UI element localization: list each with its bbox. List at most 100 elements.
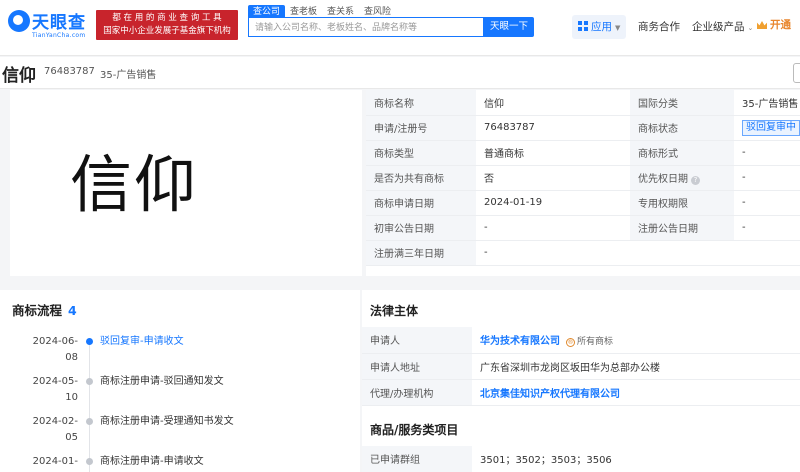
chevron-down-icon: ▼ [615, 24, 621, 32]
flow-dot [86, 458, 93, 465]
info-row: 初审公告日期 - 注册公告日期 - [366, 215, 800, 241]
info-key: 商标类型 [366, 140, 476, 166]
agent-link[interactable]: 北京集佳知识产权代理有限公司 [480, 389, 620, 400]
timeline-line [89, 342, 90, 472]
banner-line-2: 国家中小企业发展子基金旗下机构 [103, 26, 231, 36]
grid-icon [578, 21, 588, 31]
goods-key: 已申请群组 [362, 446, 472, 472]
logo-subtext: TianYanCha.com [32, 32, 86, 39]
nav-enterprise-label: 企业级产品 [692, 21, 745, 33]
subheader-action-button[interactable] [793, 63, 800, 83]
info-row: 是否为共有商标 否 优先权日期? - [366, 165, 800, 191]
flow-dot [86, 378, 93, 385]
info-value: - [734, 215, 800, 241]
legal-entity-card: 法律主体 申请人 华为技术有限公司 ® 所有商标 申请人地址 广东省深圳市龙岗区坂田… [362, 290, 800, 472]
registered-icon: ® [566, 338, 575, 348]
flow-text: 驳回复审-申请收文 [100, 336, 184, 347]
info-key: 专用权期限 [630, 190, 734, 216]
legal-value: 华为技术有限公司 ® 所有商标 [472, 327, 800, 354]
trademark-title: 信仰 [2, 66, 36, 86]
legal-key: 代理/办理机构 [362, 379, 472, 406]
info-value: - [734, 165, 800, 191]
flow-dot [86, 338, 93, 345]
info-key: 是否为共有商标 [366, 165, 476, 191]
flow-title-label: 商标流程 [12, 303, 63, 318]
all-trademarks-link[interactable]: ® 所有商标 [566, 337, 614, 348]
info-value: - [476, 240, 630, 266]
goods-table: 已申请群组 3501；3502；3503；3506 [362, 446, 800, 472]
info-value: 76483787 [476, 115, 630, 141]
legal-key: 申请人 [362, 327, 472, 354]
info-key: 商标名称 [366, 90, 476, 116]
question-icon[interactable]: ? [691, 176, 700, 185]
top-header: 天眼查 TianYanCha.com 都 在 用 的 商 业 查 询 工 具 国… [0, 0, 800, 56]
goods-value: 3501；3502；3503；3506 [472, 446, 800, 472]
info-value: 信仰 [476, 90, 630, 116]
info-value: - [476, 215, 630, 241]
flow-date: 2024-05- 10 [24, 374, 78, 406]
applicant-link[interactable]: 华为技术有限公司 [480, 336, 560, 347]
info-value: - [734, 140, 800, 166]
chevron-down-icon: ⌄ [747, 24, 754, 32]
flow-date-line: 10 [65, 392, 78, 403]
goods-title: 商品/服务类项目 [370, 423, 459, 437]
nav-business-cooperation[interactable]: 商务合作 [638, 19, 680, 34]
vip-label: 开通 [770, 19, 791, 31]
trademark-reg-number: 76483787 [44, 66, 95, 77]
status-cell: 驳回复审中 [734, 115, 800, 141]
legal-title: 法律主体 [370, 304, 419, 318]
flow-date: 2024-06- 08 [24, 334, 78, 366]
info-key: 申请/注册号 [366, 115, 476, 141]
trademark-subheader: 信仰 76483787 35-广告销售 [0, 57, 800, 89]
flow-date-line: 2024-05- [32, 376, 78, 387]
info-value: 普通商标 [476, 140, 630, 166]
legal-row: 申请人地址 广东省深圳市龙岗区坂田华为总部办公楼 [362, 353, 800, 380]
trademark-image-card: 信仰 [10, 90, 362, 276]
legal-key: 申请人地址 [362, 353, 472, 380]
flow-date: 2024-02- 05 [24, 414, 78, 446]
app-menu-button[interactable]: 应用 ▼ [572, 15, 626, 39]
flow-title: 商标流程 4 [12, 300, 77, 319]
goods-row: 已申请群组 3501；3502；3503；3506 [362, 446, 800, 472]
site-logo[interactable]: 天眼查 TianYanCha.com [8, 8, 90, 42]
info-value: 否 [476, 165, 630, 191]
status-badge: 驳回复审中 [742, 119, 800, 136]
info-value: 35-广告销售 [734, 90, 800, 116]
trademark-class: 35-广告销售 [100, 70, 157, 81]
flow-date: 2024-01- [24, 454, 78, 470]
nav-enterprise-products[interactable]: 企业级产品 ⌄ [692, 19, 753, 34]
legal-value: 广东省深圳市龙岗区坂田华为总部办公楼 [472, 353, 800, 380]
flow-date-line: 05 [65, 432, 78, 443]
vip-button[interactable]: 开通 [757, 17, 791, 32]
info-key-with-help: 优先权日期? [630, 165, 734, 191]
info-key: 商标申请日期 [366, 190, 476, 216]
search-input[interactable]: 请输入公司名称、老板姓名、品牌名称等 [248, 17, 484, 37]
info-empty [630, 240, 734, 266]
crown-icon [757, 21, 767, 29]
info-row: 商标名称 信仰 国际分类 35-广告销售 [366, 90, 800, 116]
flow-date-line: 2024-06- [32, 336, 78, 347]
legal-row: 代理/办理机构 北京集佳知识产权代理有限公司 [362, 379, 800, 406]
info-key: 国际分类 [630, 90, 734, 116]
trademark-info-table: 商标名称 信仰 国际分类 35-广告销售 申请/注册号 76483787 商标状… [366, 90, 800, 276]
flow-text: 商标注册申请-申请收文 [100, 456, 204, 467]
search-tabs: 查公司 查老板 查关系 查风险 [248, 3, 396, 19]
flow-text: 商标注册申请-受理通知书发文 [100, 416, 234, 427]
all-trademarks-label: 所有商标 [577, 337, 614, 348]
info-empty [734, 240, 800, 266]
eye-logo-icon [8, 10, 30, 32]
info-key: 商标形式 [630, 140, 734, 166]
trademark-image: 信仰 [70, 148, 199, 221]
promo-banner[interactable]: 都 在 用 的 商 业 查 询 工 具 国家中小企业发展子基金旗下机构 [96, 10, 238, 40]
flow-date-line: 08 [65, 352, 78, 363]
info-key: 注册公告日期 [630, 215, 734, 241]
legal-table: 申请人 华为技术有限公司 ® 所有商标 申请人地址 广东省深圳市龙岗区坂田华为总部办… [362, 327, 800, 406]
app-menu-label: 应用 [591, 21, 612, 33]
info-key: 商标状态 [630, 115, 734, 141]
search-button[interactable]: 天眼一下 [484, 17, 534, 37]
flow-count: 4 [68, 303, 77, 318]
info-row: 商标申请日期 2024-01-19 专用权期限 - [366, 190, 800, 216]
info-key: 注册满三年日期 [366, 240, 476, 266]
flow-date-line: 2024-01- [32, 456, 78, 467]
info-row: 注册满三年日期 - [366, 240, 800, 266]
